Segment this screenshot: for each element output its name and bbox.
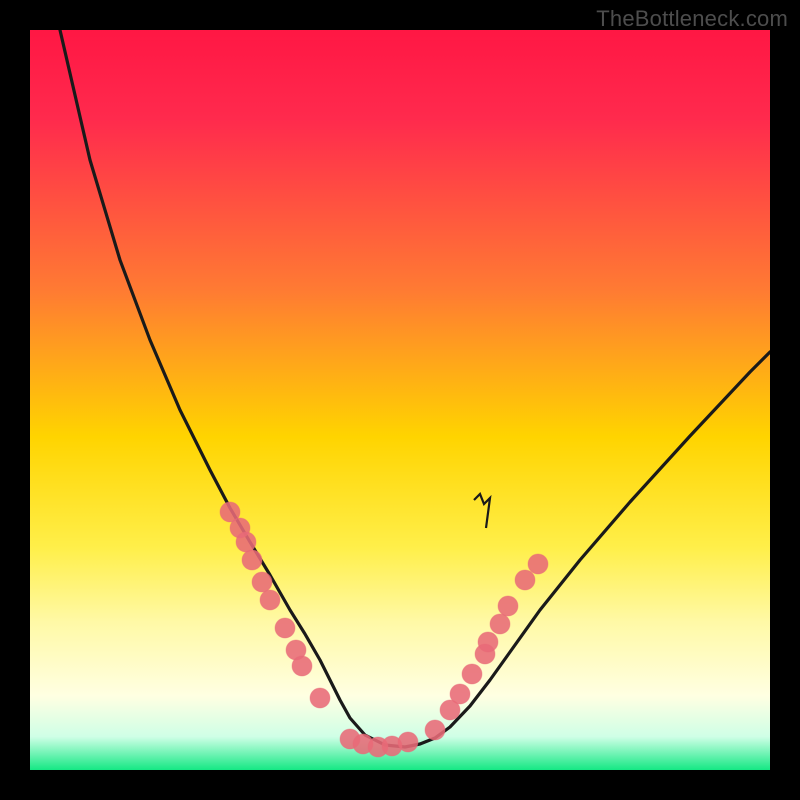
- scatter-dot-right: [528, 554, 548, 574]
- scatter-dot-right: [425, 720, 445, 740]
- scatter-dot-right: [478, 632, 498, 652]
- chart-svg: [30, 30, 770, 770]
- scatter-dot-right: [490, 614, 510, 634]
- watermark-text: TheBottleneck.com: [596, 6, 788, 32]
- gradient-background: [30, 30, 770, 770]
- scatter-dot-left: [242, 550, 262, 570]
- scatter-dot-right: [515, 570, 535, 590]
- scatter-dot-right: [450, 684, 470, 704]
- scatter-dot-left: [260, 590, 280, 610]
- scatter-dot-right: [462, 664, 482, 684]
- chart-frame: TheBottleneck.com: [0, 0, 800, 800]
- scatter-dot-left: [310, 688, 330, 708]
- scatter-dot-right: [498, 596, 518, 616]
- scatter-dot-left: [252, 572, 272, 592]
- plot-area: [30, 30, 770, 770]
- scatter-dot-left: [292, 656, 312, 676]
- scatter-dot-left: [236, 532, 256, 552]
- scatter-dot-left: [275, 618, 295, 638]
- scatter-dot-bottom: [398, 732, 418, 752]
